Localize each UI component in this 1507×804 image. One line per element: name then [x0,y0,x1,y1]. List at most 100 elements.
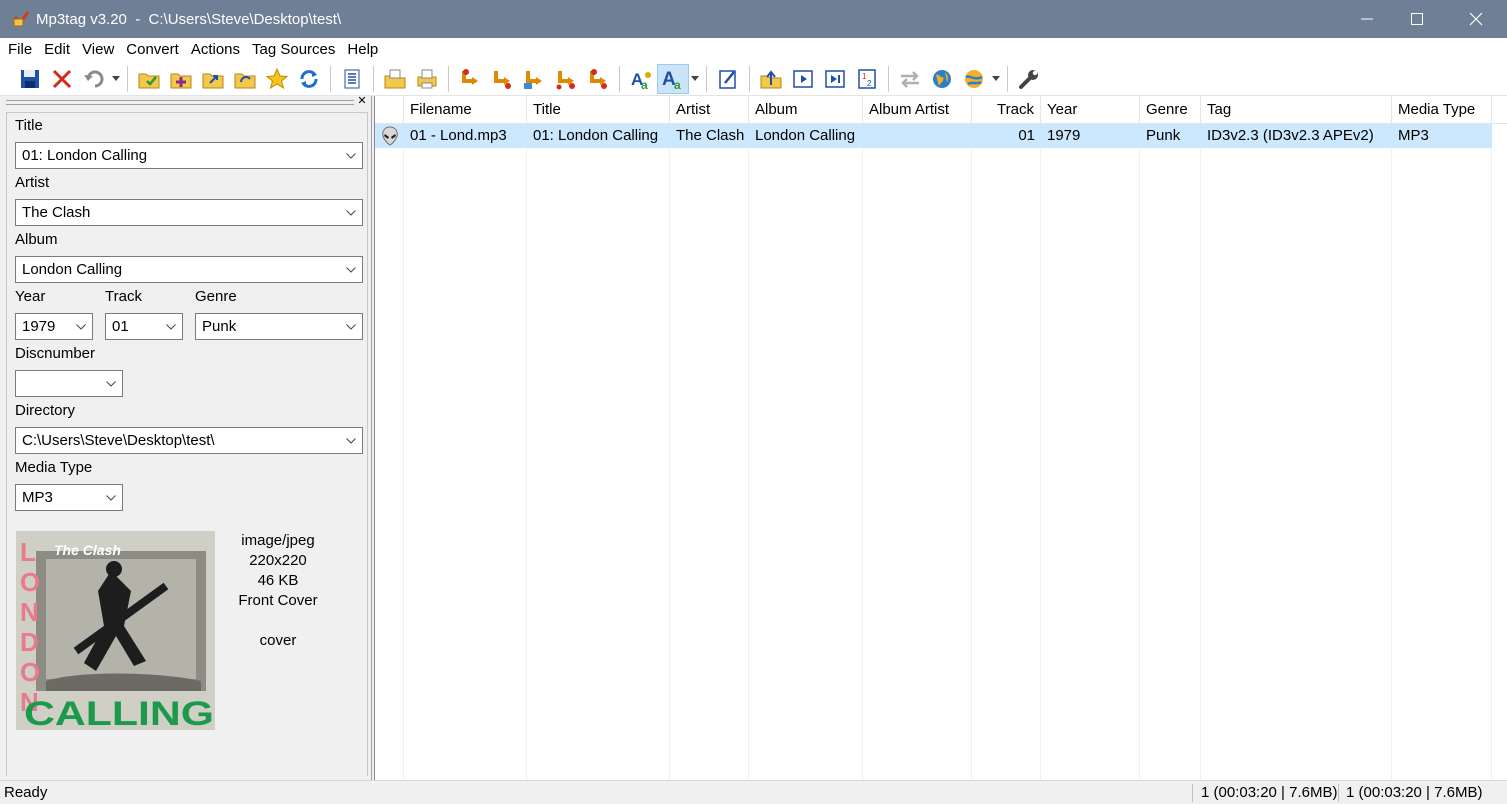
close-button[interactable] [1448,0,1504,38]
column-divider [971,124,972,780]
column-header-album[interactable]: Album [749,96,863,124]
undo-button[interactable] [78,64,110,94]
tag-tag-button[interactable] [582,64,614,94]
options-button[interactable] [1013,64,1045,94]
print-button[interactable] [411,64,443,94]
genre-combo[interactable]: Punk [195,313,363,340]
toolbar: Aa Aa 12 [0,62,1507,96]
column-header-track[interactable]: Track [972,96,1041,124]
column-header-media-type[interactable]: Media Type [1392,96,1492,124]
menu-tag-sources[interactable]: Tag Sources [246,38,341,62]
filename-tag-button[interactable] [486,64,518,94]
menu-convert[interactable]: Convert [120,38,185,62]
cover-word-calling: CALLING [24,695,214,730]
remove-tag-button[interactable] [46,64,78,94]
tag-form: Title 01: London Calling Artist The Clas… [6,112,368,776]
tag-filename-button[interactable] [454,64,486,94]
case-conversion-icon: Aa [662,69,681,91]
column-header-year[interactable]: Year [1041,96,1140,124]
filename-tag-icon [494,70,511,89]
column-header-genre[interactable]: Genre [1140,96,1201,124]
close-icon [1469,12,1483,26]
undo-dropdown[interactable] [110,64,122,94]
column-header-title[interactable]: Title [527,96,670,124]
favorites-star-icon [265,67,289,89]
web-source-button[interactable] [926,64,958,94]
discnumber-combo[interactable] [15,370,123,397]
column-divider [748,124,749,780]
svg-text:O: O [20,657,40,687]
column-header-artist[interactable]: Artist [670,96,749,124]
minimize-button[interactable] [1339,0,1395,38]
title-value: 01: London Calling [22,147,148,164]
web-sources-dropdown[interactable] [990,64,1002,94]
artist-combo[interactable]: The Clash [15,199,363,226]
cell-album-artist [863,124,972,148]
track-combo[interactable]: 01 [105,313,183,340]
case-conversion-dropdown[interactable] [689,64,701,94]
table-row[interactable]: 01 - Lond.mp3 01: London Calling The Cla… [375,124,1492,148]
mediatype-label: Media Type [15,459,93,476]
status-text: Ready [4,784,48,801]
panel-close-button[interactable]: ✕ [356,95,368,107]
text-tag-button[interactable] [550,64,582,94]
status-separator [1338,784,1339,802]
panel-grip[interactable] [6,100,354,105]
add-directory-icon [170,73,192,88]
add-directory-button[interactable] [165,64,197,94]
year-combo[interactable]: 1979 [15,313,93,340]
extended-tags-button[interactable] [712,64,744,94]
tag-panel: ✕ Title 01: London Calling Artist The Cl… [0,95,372,780]
case-conversion-button[interactable]: Aa [657,63,689,94]
export-button[interactable] [379,64,411,94]
track-label: Track [105,288,142,305]
autonumber-button[interactable]: Aa [625,64,657,94]
playlist-button[interactable] [336,64,368,94]
filename-filename-button[interactable] [518,64,550,94]
favorites-button[interactable] [261,64,293,94]
title-combo[interactable]: 01: London Calling [15,142,363,169]
maximize-button[interactable] [1389,0,1445,38]
column-header-tag[interactable]: Tag [1201,96,1392,124]
menu-help[interactable]: Help [341,38,384,62]
chevron-down-icon [346,210,356,216]
undo-icon [84,70,104,87]
cell-artist: The Clash [676,127,745,144]
column-divider [526,124,527,780]
status-bar: Ready 1 (00:03:20 | 7.6MB) 1 (00:03:20 |… [0,780,1507,804]
web-sources-button[interactable] [958,64,990,94]
import-cover-button[interactable] [197,64,229,94]
print-icon [417,69,437,88]
menu-edit[interactable]: Edit [38,38,76,62]
change-directory-button[interactable] [133,64,165,94]
save-button[interactable] [14,64,46,94]
svg-text:L: L [20,537,36,567]
maximize-icon [1411,13,1423,25]
compare-button[interactable] [894,64,926,94]
numbering-button[interactable]: 12 [851,64,883,94]
column-header-album-artist[interactable]: Album Artist [863,96,972,124]
menu-actions[interactable]: Actions [185,38,246,62]
cell-track: 01 [1018,127,1035,144]
menu-file[interactable]: File [2,38,38,62]
column-header-icon[interactable] [375,96,404,124]
artist-value: The Clash [22,204,91,221]
cover-filesize: 46 KB [257,572,299,589]
play-next-button[interactable] [819,64,851,94]
menu-view[interactable]: View [76,38,120,62]
parent-folder-button[interactable] [755,64,787,94]
column-header-filename[interactable]: Filename [404,96,527,124]
play-next-icon [825,69,845,88]
mediatype-combo[interactable]: MP3 [15,484,123,511]
chevron-down-icon [346,438,356,444]
album-combo[interactable]: London Calling [15,256,363,283]
cover-info-spacer [227,611,329,631]
column-divider [1139,124,1140,780]
directory-combo[interactable]: C:\Users\Steve\Desktop\test\ [15,427,363,454]
cover-band-name: The Clash [54,542,121,558]
reload-button[interactable] [293,64,325,94]
play-button[interactable] [787,64,819,94]
refresh-directory-button[interactable] [229,64,261,94]
cell-filename: 01 - Lond.mp3 [410,127,507,144]
cover-art[interactable]: The Clash L O N D O N CALLING [16,531,215,730]
